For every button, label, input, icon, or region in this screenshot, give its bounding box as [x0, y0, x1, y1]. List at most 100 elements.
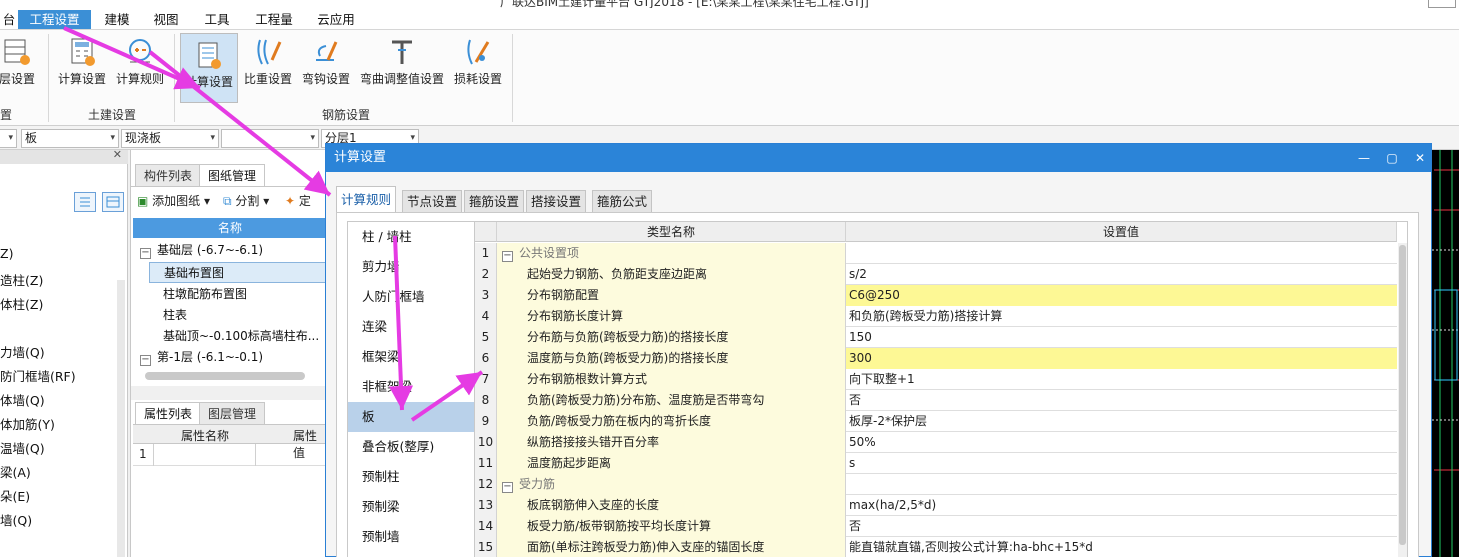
grid-row[interactable]: 8 负筋(跨板受力筋)分布筋、温度筋是否带弯勾 否 [475, 390, 1397, 411]
collapse-icon[interactable]: − [140, 355, 151, 366]
maximize-icon[interactable]: ▢ [1378, 144, 1406, 172]
category-item[interactable]: 预制墙 [348, 522, 476, 552]
list-view-icon[interactable] [74, 192, 96, 212]
setting-value-cell[interactable]: max(ha/2,5*d) [846, 495, 1397, 516]
locate-button[interactable]: ✦ 定 [285, 192, 311, 209]
category-item[interactable]: 叠合板(整厚) [348, 432, 476, 462]
grid-row[interactable]: 10 纵筋搭接接头错开百分率 50% [475, 432, 1397, 453]
property-row[interactable]: 1 [133, 444, 327, 466]
grid-row[interactable]: 9 负筋/跨板受力筋在板内的弯折长度 板厚-2*保护层 [475, 411, 1397, 432]
tab-node-settings[interactable]: 节点设置 [402, 190, 463, 212]
category-item[interactable]: 预制柱 [348, 462, 476, 492]
setting-value-cell[interactable]: 300 [846, 348, 1397, 369]
setting-value-cell[interactable]: 板厚-2*保护层 [846, 411, 1397, 432]
tree-item[interactable]: 体柱(Z) [0, 294, 43, 313]
tree-item[interactable]: 防门框墙(RF) [0, 366, 76, 385]
tree-item[interactable]: 温墙(Q) [0, 438, 45, 457]
tab-property-list[interactable]: 属性列表 [135, 402, 202, 424]
rebar-calc-settings-button[interactable]: 计算设置 [180, 33, 238, 103]
category-item[interactable]: 连梁 [348, 312, 476, 342]
calc-rules-button[interactable]: 计算规则 [112, 30, 168, 102]
hook-settings-button[interactable]: 弯钩设置 [298, 30, 354, 102]
menu-item-cloud[interactable]: 云应用 [310, 10, 362, 29]
component-name-select[interactable]: ▾ [221, 129, 319, 148]
grid-group-row[interactable]: 12− 受力筋 [475, 474, 1397, 495]
collapse-icon[interactable]: − [140, 248, 151, 259]
horizontal-scrollbar[interactable] [145, 372, 305, 380]
loss-settings-button[interactable]: 损耗设置 [450, 30, 506, 102]
close-icon[interactable]: ✕ [113, 148, 122, 161]
grid-row[interactable]: 4 分布钢筋长度计算 和负筋(跨板受力筋)搭接计算 [475, 306, 1397, 327]
drawing-row[interactable]: 柱表 [163, 305, 187, 325]
tab-drawing-management[interactable]: 图纸管理 [199, 164, 266, 186]
component-type-select[interactable]: 板 ▾ [21, 129, 119, 148]
grid-row[interactable]: 5 分布筋与负筋(跨板受力筋)的搭接长度 150 [475, 327, 1397, 348]
tree-item[interactable]: 朵(E) [0, 486, 30, 505]
tree-item[interactable]: 力墙(Q) [0, 342, 45, 361]
vertical-scrollbar[interactable] [1398, 243, 1407, 557]
grid-row[interactable]: 7 分布钢筋根数计算方式 向下取整+1 [475, 369, 1397, 390]
menu-item-view[interactable]: 视图 [145, 10, 187, 29]
tree-item[interactable]: Z) [0, 246, 13, 261]
setting-value-cell[interactable]: 50% [846, 432, 1397, 453]
tab-stirrup-settings[interactable]: 箍筋设置 [464, 190, 525, 212]
drawing-row[interactable]: 基础顶~-0.100标高墙柱布... [163, 326, 319, 346]
tab-component-list[interactable]: 构件列表 [135, 164, 202, 186]
drawing-row[interactable]: 柱墩配筋布置图 [163, 284, 247, 304]
grid-row[interactable]: 2 起始受力钢筋、负筋距支座边距离 s/2 [475, 264, 1397, 285]
grid-row[interactable]: 6 温度筋与负筋(跨板受力筋)的搭接长度 300 [475, 348, 1397, 369]
collapse-icon[interactable]: − [502, 482, 513, 493]
drawing-group-row[interactable]: − 基础层 (-6.7~-6.1) [135, 240, 263, 260]
grid-row[interactable]: 13 板底钢筋伸入支座的长度 max(ha/2,5*d) [475, 495, 1397, 516]
setting-value-cell[interactable]: C6@250 [846, 285, 1397, 306]
menu-item-platform[interactable]: 台 [0, 10, 18, 29]
setting-value-cell[interactable]: s/2 [846, 264, 1397, 285]
category-item[interactable]: 非框架梁 [348, 372, 476, 402]
setting-value-cell[interactable]: 和负筋(跨板受力筋)搭接计算 [846, 306, 1397, 327]
category-item[interactable]: 预制梁 [348, 492, 476, 522]
tab-layer-management[interactable]: 图层管理 [199, 402, 266, 424]
add-drawing-button[interactable]: ▣ 添加图纸 ▾ [137, 192, 210, 209]
setting-value-cell[interactable]: 能直锚就直锚,否则按公式计算:ha-bhc+15*d [846, 537, 1397, 557]
tree-item[interactable]: 体加筋(Y) [0, 414, 55, 433]
setting-value-cell[interactable]: 向下取整+1 [846, 369, 1397, 390]
setting-value-cell[interactable] [846, 243, 1397, 264]
grid-group-row[interactable]: 1− 公共设置项 [475, 243, 1397, 264]
tree-item[interactable]: 体墙(Q) [0, 390, 45, 409]
grid-row[interactable]: 11 温度筋起步距离 s [475, 453, 1397, 474]
tree-item[interactable]: 造柱(Z) [0, 270, 43, 289]
tree-item[interactable]: 梁(A) [0, 462, 31, 481]
tree-scrollbar[interactable] [117, 280, 125, 557]
component-subtype-select[interactable]: 现浇板 ▾ [121, 129, 219, 148]
tab-stirrup-formula[interactable]: 箍筋公式 [592, 190, 653, 212]
tree-item[interactable]: 墙(Q) [0, 510, 32, 529]
grid-row[interactable]: 14 板受力筋/板带钢筋按平均长度计算 否 [475, 516, 1397, 537]
menu-item-modeling[interactable]: 建模 [96, 10, 138, 29]
density-settings-button[interactable]: 比重设置 [240, 30, 296, 102]
bend-adjust-settings-button[interactable]: 弯曲调整值设置 [356, 30, 448, 102]
tab-calc-rules[interactable]: 计算规则 [336, 186, 397, 212]
category-item-active[interactable]: 板 [348, 402, 476, 432]
floor-settings-button[interactable]: 层设置 [0, 30, 42, 102]
setting-value-cell[interactable]: 150 [846, 327, 1397, 348]
partial-select[interactable]: ▾ [0, 129, 17, 148]
tab-lap-settings[interactable]: 搭接设置 [526, 190, 587, 212]
drawing-group-row[interactable]: − 第-1层 (-6.1~-0.1) [135, 347, 263, 367]
category-item[interactable]: 柱 / 墙柱 [348, 222, 476, 252]
collapse-icon[interactable]: − [502, 251, 513, 262]
civil-calc-settings-button[interactable]: 计算设置 [56, 30, 108, 102]
drawing-row[interactable]: 基础布置图 [149, 262, 327, 283]
setting-value-cell[interactable] [846, 474, 1397, 495]
grid-row[interactable]: 15 面筋(单标注跨板受力筋)伸入支座的锚固长度 能直锚就直锚,否则按公式计算:ha… [475, 537, 1397, 557]
category-item[interactable]: 剪力墙 [348, 252, 476, 282]
close-icon[interactable]: ✕ [1406, 144, 1434, 172]
setting-value-cell[interactable]: s [846, 453, 1397, 474]
scrollbar-thumb[interactable] [1399, 245, 1406, 545]
minimize-icon[interactable]: — [1350, 144, 1378, 172]
grid-view-icon[interactable] [102, 192, 124, 212]
menu-item-tools[interactable]: 工具 [196, 10, 238, 29]
setting-value-cell[interactable]: 否 [846, 516, 1397, 537]
cad-canvas[interactable] [1432, 150, 1459, 557]
menu-item-project-settings[interactable]: 工程设置 [18, 10, 91, 29]
split-button[interactable]: ⧉ 分割 ▾ [223, 192, 269, 209]
